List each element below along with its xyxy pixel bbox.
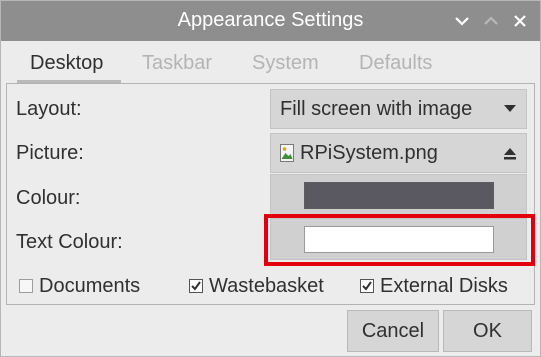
picture-label: Picture: — [16, 142, 84, 164]
dropdown-arrow-icon — [504, 105, 516, 112]
tab-system[interactable]: System — [252, 52, 319, 75]
layout-label: Layout: — [16, 98, 82, 120]
checkmark-icon — [191, 281, 201, 291]
tab-taskbar[interactable]: Taskbar — [142, 52, 212, 75]
text-colour-label: Text Colour: — [16, 231, 123, 253]
close-icon — [514, 15, 526, 27]
picture-filename: RPiSystem.png — [300, 142, 438, 164]
minimize-button[interactable] — [451, 10, 473, 32]
chevron-down-icon — [455, 17, 469, 26]
appearance-settings-window: Appearance Settings Desktop Taskbar Syst… — [0, 0, 541, 357]
checkmark-icon — [362, 281, 372, 291]
checkbox-box[interactable] — [189, 279, 203, 293]
layout-dropdown[interactable]: Fill screen with image — [270, 89, 527, 129]
highlight-box — [264, 214, 535, 266]
colour-label: Colour: — [16, 187, 81, 209]
ok-button[interactable]: OK — [443, 310, 532, 352]
wastebasket-checkbox-label: Wastebasket — [209, 274, 324, 297]
layout-dropdown-value: Fill screen with image — [280, 98, 473, 120]
checkbox-box[interactable] — [19, 279, 33, 293]
tab-desktop[interactable]: Desktop — [30, 52, 103, 75]
image-file-icon — [280, 144, 294, 162]
documents-checkbox[interactable]: Documents — [19, 275, 140, 297]
eject-icon — [504, 148, 516, 160]
close-button[interactable] — [509, 10, 531, 32]
documents-checkbox-label: Documents — [39, 274, 141, 297]
colour-picker-button[interactable] — [270, 174, 527, 216]
checkbox-box[interactable] — [360, 279, 374, 293]
title-bar[interactable]: Appearance Settings — [1, 1, 540, 41]
external-disks-checkbox-label: External Disks — [380, 274, 508, 297]
colour-swatch — [304, 182, 494, 209]
tab-defaults[interactable]: Defaults — [359, 52, 432, 75]
external-disks-checkbox[interactable]: External Disks — [360, 275, 508, 297]
wastebasket-checkbox[interactable]: Wastebasket — [189, 275, 324, 297]
picture-file-button[interactable]: RPiSystem.png — [270, 133, 527, 173]
cancel-button[interactable]: Cancel — [347, 310, 439, 352]
maximize-button[interactable] — [480, 10, 502, 32]
chevron-up-icon — [484, 16, 498, 25]
tab-bar: Desktop Taskbar System Defaults — [6, 42, 535, 83]
